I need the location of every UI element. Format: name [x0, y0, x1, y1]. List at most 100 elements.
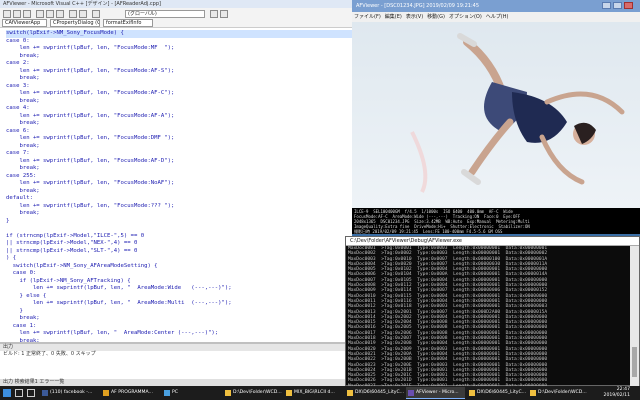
taskbar-button[interactable]: PC [162, 387, 221, 399]
code-line[interactable]: len += swprintf(lpBuf, len, " AreaMode:M… [6, 300, 352, 308]
redo-icon[interactable] [79, 10, 87, 18]
taskbar-button-label: (110) facebook -... [50, 390, 93, 395]
code-line[interactable]: len += swprintf(lpBuf, len, " AreaMode:C… [6, 330, 352, 338]
code-line[interactable]: len += swprintf(lpBuf, len, " AreaMode:W… [6, 285, 352, 293]
code-line[interactable]: case 255: [6, 173, 352, 181]
save-icon[interactable] [23, 10, 31, 18]
taskbar-button[interactable]: AFViewer - Micro... [406, 387, 465, 399]
code-line[interactable]: break; [6, 98, 352, 106]
code-line[interactable]: len += swprintf(lpBuf, len, "FocusMode:D… [6, 135, 352, 143]
viewer-menu-item[interactable]: ヘルプ(H) [484, 12, 511, 22]
taskbar-button[interactable]: DX\D6\60445_LityC... [467, 387, 526, 399]
code-line[interactable]: } [6, 308, 352, 316]
app-icon [347, 390, 353, 396]
find-icon[interactable] [92, 10, 100, 18]
viewer-title: AFViewer - [DSC01234.JPG] 2019/02/09 19:… [352, 0, 640, 12]
search-icon[interactable] [15, 389, 23, 397]
code-line[interactable]: break; [6, 210, 352, 218]
taskbar-button[interactable]: DX\D6\60445_LityC... [345, 387, 404, 399]
code-line[interactable]: case 0: [6, 270, 352, 278]
code-line[interactable]: case 3: [6, 83, 352, 91]
solution-config-select[interactable]: (グローバル) [125, 10, 205, 18]
cut-icon[interactable] [36, 10, 44, 18]
code-line[interactable]: len += swprintf(lpBuf, len, "FocusMode:A… [6, 68, 352, 76]
clock-date: 2019/02/11 [603, 393, 630, 398]
code-line[interactable] [6, 225, 352, 233]
code-line[interactable]: len += swprintf(lpBuf, len, "FocusMode:A… [6, 158, 352, 166]
app-icon [103, 390, 109, 396]
class-select[interactable]: CAfViewerApp [2, 19, 47, 27]
taskbar-button[interactable]: (110) facebook -... [40, 387, 99, 399]
code-line[interactable]: break; [6, 75, 352, 83]
code-line[interactable]: len += swprintf(lpBuf, len, "FocusMode:?… [6, 203, 352, 211]
run-icon[interactable] [220, 10, 228, 18]
app-icon [408, 390, 414, 396]
taskbar-button[interactable]: D:\Dev\Folder\WCD... [528, 387, 587, 399]
build-icon[interactable] [210, 10, 218, 18]
code-line[interactable]: len += swprintf(lpBuf, len, "FocusMode:N… [6, 180, 352, 188]
code-line[interactable]: if (lpExif->NM_Sony_AFTracking) { [6, 278, 352, 286]
taskbar-button[interactable]: MIX_BIG\RLCII d... [284, 387, 343, 399]
code-line[interactable]: default: [6, 195, 352, 203]
viewer-menu-item[interactable]: 移動(G) [425, 12, 447, 22]
code-line[interactable]: } [6, 218, 352, 226]
system-clock[interactable]: 22:47 2019/02/11 [604, 387, 630, 399]
taskbar-button-label: PC [172, 390, 178, 395]
console-output: MaxDoc0001 >Tag:0x0001 Type:0x0003 Lengt… [346, 246, 630, 386]
undo-icon[interactable] [69, 10, 77, 18]
code-line[interactable]: if (strncmp(lpExif->Model,"ILCE-",5) == … [6, 233, 352, 241]
app-icon [286, 390, 292, 396]
code-line[interactable]: case 0: [6, 38, 352, 46]
viewer-menu-item[interactable]: ファイル(F) [352, 12, 383, 22]
viewer-menu-item[interactable]: 表示(V) [404, 12, 425, 22]
photo-canvas[interactable] [352, 22, 640, 208]
skater-photo [352, 22, 640, 208]
exif-info-strip: ILCE-9 SEL100400GM f/4.5 1/1000s ISO 640… [352, 208, 640, 234]
code-line[interactable]: case 6: [6, 128, 352, 136]
app-icon [42, 390, 48, 396]
code-line[interactable]: break; [6, 143, 352, 151]
code-line[interactable]: case 2: [6, 60, 352, 68]
paste-icon[interactable] [56, 10, 64, 18]
minimize-button[interactable] [602, 2, 611, 9]
code-line[interactable]: } else { [6, 293, 352, 301]
windows-start-icon[interactable] [3, 389, 11, 397]
maximize-button[interactable] [613, 2, 622, 9]
output-tabs[interactable]: 出力 検索結果1 エラー一覧 [0, 379, 352, 386]
ide-window: AFViewer - Microsoft Visual C++ [デザイン] -… [0, 0, 352, 386]
output-pane: 出力 ビルド: 1 正常終了、0 失敗、0 スキップ 出力 検索結果1 エラー一… [0, 342, 352, 386]
code-line[interactable]: case 4: [6, 105, 352, 113]
output-header: 出力 [0, 344, 352, 351]
code-line[interactable]: len += swprintf(lpBuf, len, "FocusMode:A… [6, 113, 352, 121]
code-line[interactable]: break; [6, 315, 352, 323]
code-line[interactable]: break; [6, 120, 352, 128]
taskbar-button[interactable]: AF PROGRAMMA... [101, 387, 160, 399]
code-line[interactable]: break; [6, 53, 352, 61]
code-line[interactable]: len += swprintf(lpBuf, len, "FocusMode:M… [6, 45, 352, 53]
code-line[interactable]: break; [6, 188, 352, 196]
open-folder-icon[interactable] [13, 10, 21, 18]
viewer-menu-item[interactable]: 編集(E) [383, 12, 404, 22]
code-line[interactable]: break; [6, 165, 352, 173]
member-select[interactable]: formatExifInfo [103, 19, 153, 27]
code-editor[interactable]: switch(lpExif->NM_Sony_FocusMode) {case … [0, 28, 352, 342]
new-file-icon[interactable] [3, 10, 11, 18]
viewer-menu-item[interactable]: オプション(O) [447, 12, 484, 22]
taskbar-button[interactable]: D:\Dev\Folder\WCD... [223, 387, 282, 399]
taskbar-button-label: D:\Dev\Folder\WCD... [538, 390, 587, 395]
task-view-icon[interactable] [27, 389, 35, 397]
code-line[interactable]: switch(lpExif->NM_Sony_FocusMode) { [6, 30, 352, 38]
code-line[interactable]: || strncmp(lpExif->Model,"NEX-",4) == 0 [6, 240, 352, 248]
code-line[interactable]: len += swprintf(lpBuf, len, "FocusMode:A… [6, 90, 352, 98]
code-line[interactable]: case 7: [6, 150, 352, 158]
code-line[interactable]: ) { [6, 255, 352, 263]
console-window: C:\Dev\Folder\AFViewer\Debug\AFViewer.ex… [345, 236, 640, 386]
scope-select[interactable]: CPropertyDialog (CView) [50, 19, 100, 27]
code-line[interactable]: || strncmp(lpExif->Model,"SLT-",4) == 0 [6, 248, 352, 256]
code-line[interactable]: case 1: [6, 323, 352, 331]
close-button[interactable] [624, 2, 633, 9]
console-scroll-thumb[interactable] [632, 347, 637, 377]
code-line[interactable]: switch(lpExif->NM_Sony_AFAreaModeSetting… [6, 263, 352, 271]
copy-icon[interactable] [46, 10, 54, 18]
exif-info-line: 撮影日時 2019/02/09 19:21:45 Lens:FE 100-400… [354, 229, 503, 234]
